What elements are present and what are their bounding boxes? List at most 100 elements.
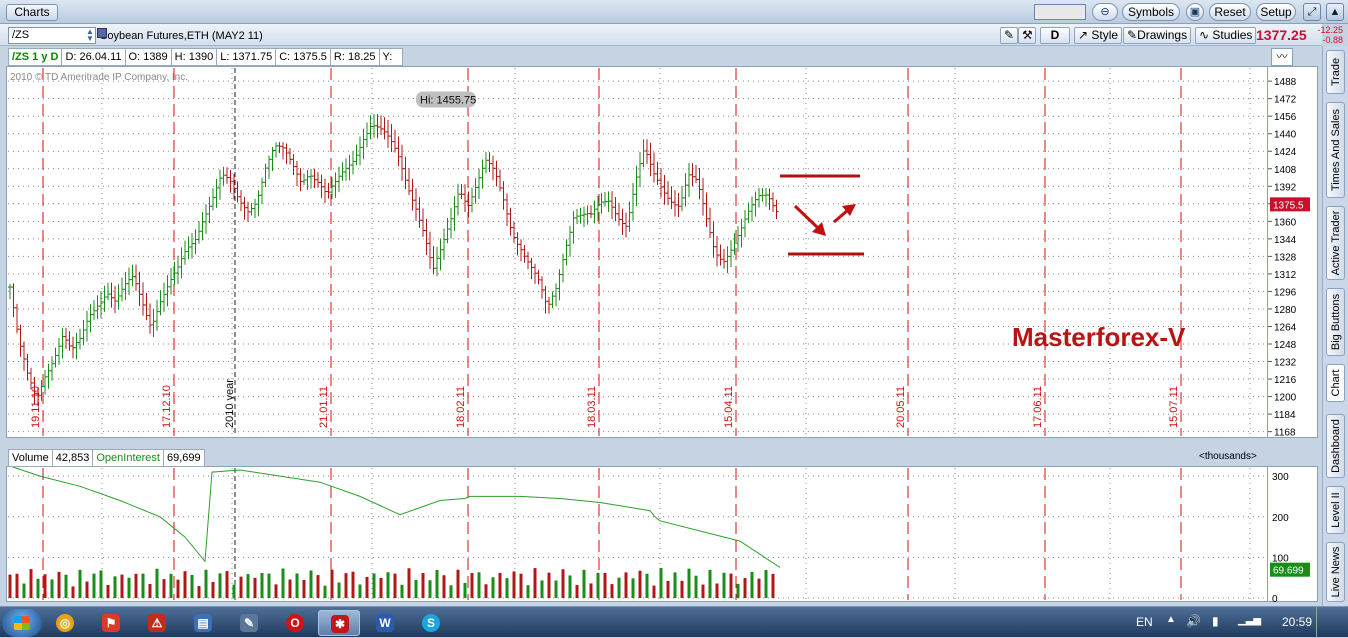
volume-bar <box>218 573 222 598</box>
volume-bar <box>764 570 768 598</box>
volume-bar <box>407 568 411 598</box>
volume-icon[interactable]: 🔊 <box>1186 614 1201 628</box>
volume-bar <box>372 573 376 598</box>
oi-badge-label: 69.699 <box>1273 566 1304 577</box>
volume-bar <box>71 586 75 598</box>
taskbar-app-3[interactable]: ⚠ <box>136 610 178 636</box>
taskbar-app-2[interactable]: ⚑ <box>90 610 132 636</box>
volume-bar <box>561 569 565 598</box>
volume-bar <box>197 586 201 598</box>
chart-canvas: 1488147214561440142414081392137613601344… <box>8 68 1310 605</box>
volume-bar <box>64 574 68 598</box>
volume-bar <box>106 584 110 598</box>
volume-bar <box>85 581 89 598</box>
volume-bar <box>491 577 495 598</box>
taskbar-app-5[interactable]: ✎ <box>228 610 270 636</box>
taskbar-app-6[interactable]: O <box>274 610 316 636</box>
volume-bar <box>134 573 138 598</box>
volume-bar <box>680 580 684 598</box>
taskbar-app-word[interactable]: W <box>364 610 406 636</box>
volume-bar <box>589 583 593 598</box>
price-tick-label: 1392 <box>1274 182 1297 193</box>
volume-bar <box>715 583 719 598</box>
price-tick-label: 1264 <box>1274 322 1297 333</box>
up-arrow-shaft <box>833 208 849 224</box>
oi-value: 69,699 <box>162 449 205 467</box>
volume-bar <box>260 573 264 598</box>
volume-tick-label: 200 <box>1272 513 1289 524</box>
app-chrome-icon: ◎ <box>56 614 74 632</box>
volume-bar <box>295 573 299 598</box>
volume-bar <box>43 574 47 598</box>
volume-bar <box>344 573 348 598</box>
volume-bar <box>701 584 705 598</box>
volume-bar <box>533 568 537 598</box>
taskbar-app-skype[interactable]: S <box>410 610 452 636</box>
volume-bar <box>463 582 467 598</box>
volume-bar <box>148 583 152 598</box>
volume-bar <box>155 568 159 598</box>
price-tick-label: 1248 <box>1274 340 1297 351</box>
date-marker-label: 18.02.11 <box>455 386 467 428</box>
price-tick-label: 1232 <box>1274 358 1297 369</box>
tray-arrow-icon[interactable]: ▲ <box>1166 614 1176 625</box>
network-icon[interactable]: ▁▃▅ <box>1238 615 1261 626</box>
volume-bar <box>176 579 180 598</box>
language-indicator[interactable]: EN <box>1136 615 1153 629</box>
price-tick-label: 1456 <box>1274 112 1297 123</box>
taskbar-app-thinkorswim[interactable]: ✱ <box>318 610 360 636</box>
volume-bar <box>645 573 649 598</box>
volume-bar <box>666 580 670 598</box>
volume-bar <box>78 569 82 598</box>
volume-bar <box>204 569 208 598</box>
volume-bar <box>232 584 236 598</box>
volume-bar <box>253 577 257 598</box>
date-marker-label: 17.12.10 <box>161 385 173 428</box>
volume-bar <box>92 573 96 598</box>
volume-bar <box>638 570 642 598</box>
volume-bar <box>547 572 551 598</box>
volume-bar <box>449 585 453 598</box>
windows-taskbar: ◎ ⚑ ⚠ ▤ ✎ O ✱ W S EN ▲ 🔊 ▮ ▁▃▅ 20:59 <box>0 606 1348 638</box>
price-tick-label: 1168 <box>1274 428 1296 439</box>
volume-bar <box>575 584 579 598</box>
price-tick-label: 1280 <box>1274 305 1297 316</box>
volume-bar <box>162 579 166 598</box>
volume-bar <box>687 568 691 598</box>
volume-bar <box>743 578 747 598</box>
volume-bar <box>330 569 334 598</box>
oi-label: OpenInterest <box>92 449 164 467</box>
masterforex-watermark: Masterforex-V <box>1012 322 1186 352</box>
volume-bar <box>8 574 12 598</box>
price-tick-label: 1200 <box>1274 393 1297 404</box>
volume-tick-label: 0 <box>1272 594 1278 605</box>
volume-bar <box>673 572 677 598</box>
volume-bar <box>456 569 460 598</box>
show-desktop-button[interactable] <box>1316 607 1346 638</box>
taskbar-app-4[interactable]: ▤ <box>182 610 224 636</box>
app-acrobat-icon: ⚠ <box>148 614 166 632</box>
volume-value: 42,853 <box>51 449 94 467</box>
windows-logo-icon <box>14 616 30 630</box>
app-opera-icon: O <box>286 614 304 632</box>
volume-bar <box>631 578 635 598</box>
price-tick-label: 1472 <box>1274 95 1297 106</box>
volume-bar <box>141 573 145 598</box>
volume-bar <box>113 576 117 598</box>
copyright-text: 2010 © TD Ameritrade IP Company, Inc. <box>10 72 188 83</box>
volume-bar <box>582 569 586 598</box>
volume-bar <box>50 579 54 598</box>
battery-icon[interactable]: ▮ <box>1212 614 1219 628</box>
volume-bar <box>610 584 614 598</box>
taskbar-app-1[interactable]: ◎ <box>44 610 86 636</box>
start-button[interactable] <box>2 609 42 637</box>
volume-bar <box>246 574 250 598</box>
clock[interactable]: 20:59 <box>1282 615 1312 629</box>
volume-bar <box>617 577 621 598</box>
high-label: Hi: 1455.75 <box>420 94 476 106</box>
volume-bar <box>302 579 306 598</box>
volume-bar <box>190 574 194 598</box>
volume-bar <box>323 585 327 598</box>
volume-bar <box>421 573 425 598</box>
volume-bar <box>428 580 432 598</box>
